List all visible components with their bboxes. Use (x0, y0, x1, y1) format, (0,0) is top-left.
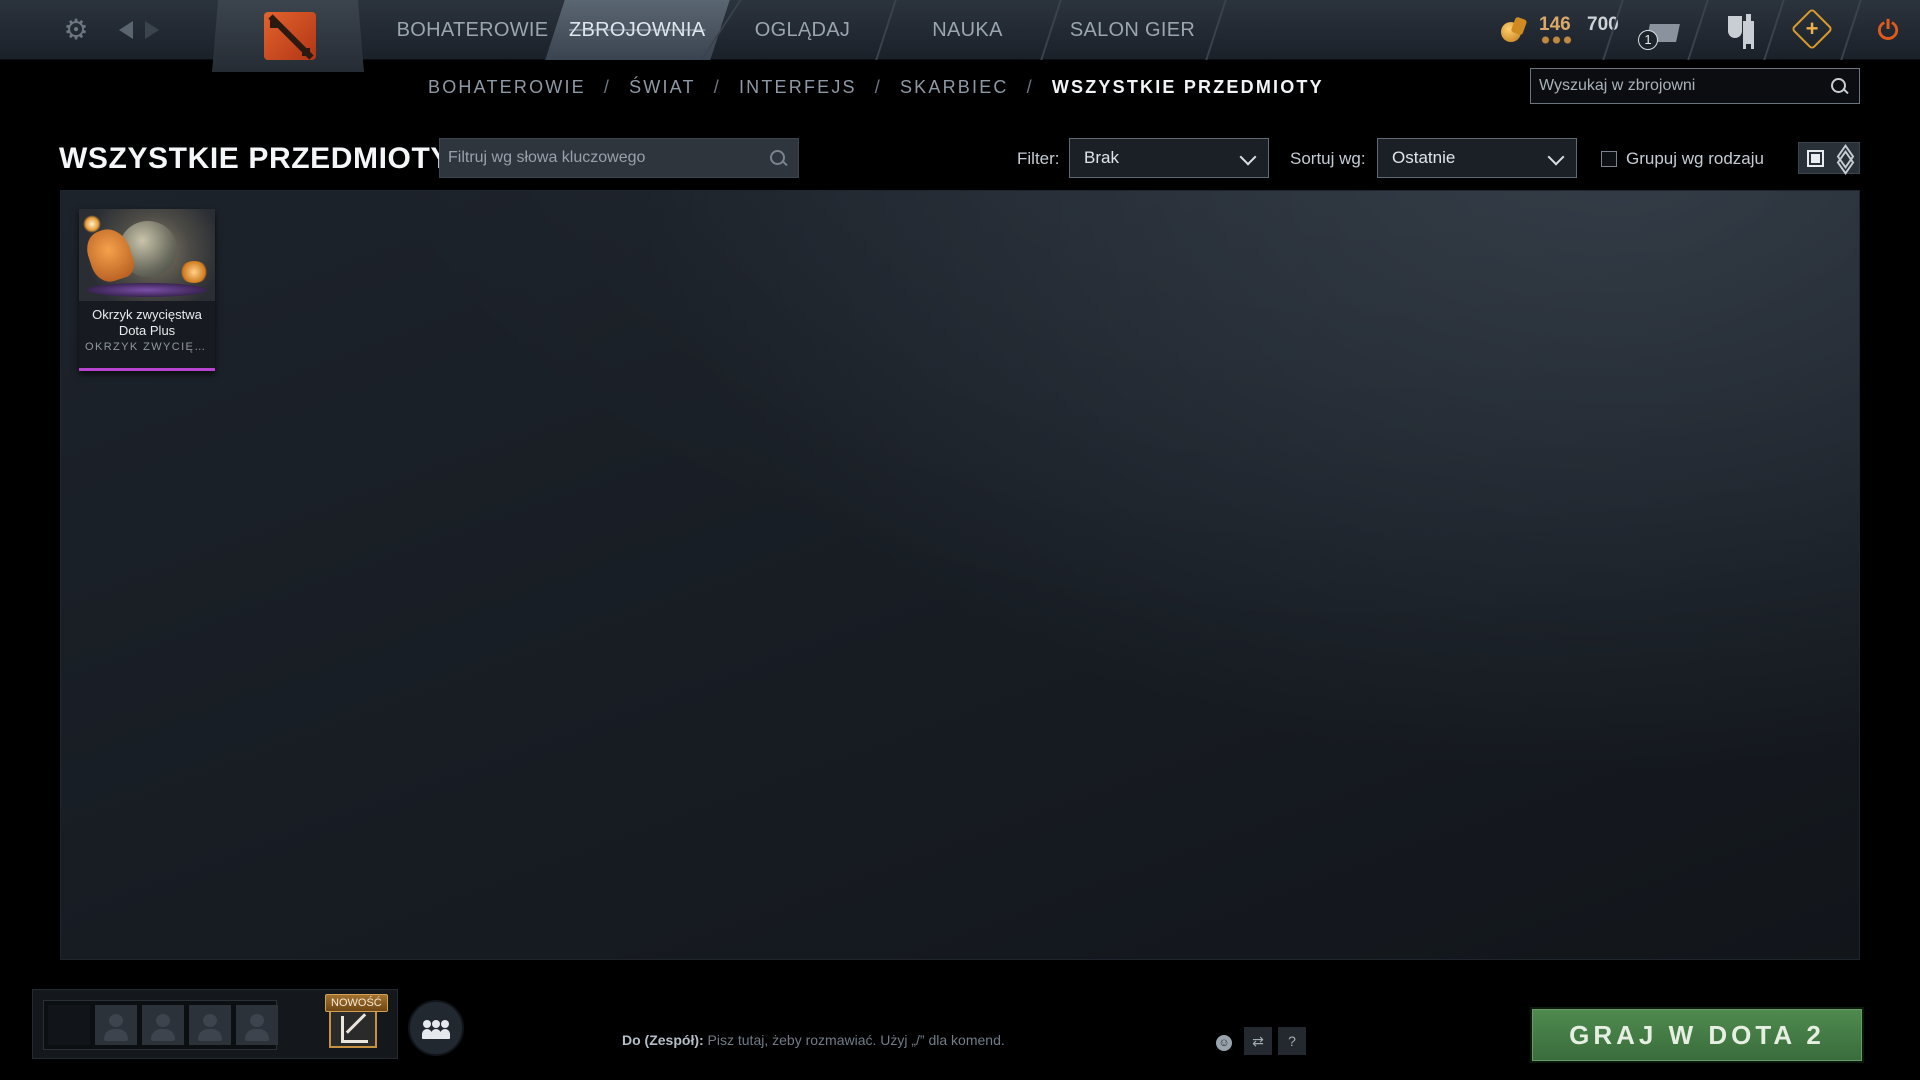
item-type: OKRZYK ZWYCIĘSTWA (85, 341, 209, 353)
mail-button[interactable]: 1 (1636, 14, 1684, 50)
party-slot-self[interactable] (48, 1005, 90, 1045)
breadcrumb: BOHATEROWIE / ŚWIAT / INTERFEJS / SKARBI… (428, 74, 1324, 100)
divider (1687, 0, 1709, 60)
avatar-placeholder-body (198, 1029, 222, 1041)
back-arrow-icon[interactable] (115, 14, 137, 46)
search-icon[interactable] (1831, 78, 1849, 96)
armory-search-input[interactable] (1531, 69, 1821, 103)
crumb-heroes[interactable]: BOHATEROWIE (428, 77, 586, 98)
search-icon (770, 150, 788, 168)
chat-channel-label: Do (Zespół): (622, 1032, 704, 1048)
friends-button[interactable] (408, 1000, 464, 1056)
chat-placeholder: Pisz tutaj, żeby rozmawiać. Użyj „/” dla… (707, 1032, 1005, 1048)
armory-icon[interactable] (1724, 12, 1760, 48)
sort-select-value: Ostatnie (1392, 148, 1456, 167)
tab-watch-label: OGLĄDAJ (754, 19, 851, 41)
stacked-view-icon[interactable] (1835, 149, 1853, 169)
avatar-placeholder-body (151, 1029, 175, 1041)
mail-badge: 1 (1638, 30, 1658, 50)
party-slot[interactable] (142, 1005, 184, 1045)
party-slot[interactable] (95, 1005, 137, 1045)
emoji-icon[interactable]: ☺ (1210, 1027, 1238, 1055)
keyword-filter (439, 138, 799, 178)
forward-arrow-icon[interactable] (141, 14, 163, 46)
shard-count: 146 (1539, 14, 1571, 35)
friends-icon-part (432, 1020, 440, 1028)
chevron-down-icon (1239, 148, 1257, 166)
keyword-filter-input[interactable] (440, 139, 760, 177)
power-icon[interactable]: ⏻ (1872, 14, 1904, 46)
tab-learn[interactable]: NAUKA (885, 0, 1050, 60)
item-name: Okrzyk zwycięstwa Dota Plus (92, 307, 202, 338)
tab-armory[interactable]: ZBROJOWNIA (545, 0, 730, 60)
shard-dots (1540, 36, 1574, 44)
gear-icon[interactable]: ⚙ (60, 14, 92, 46)
crumb-interface[interactable]: INTERFEJS (739, 77, 857, 98)
tab-arcade[interactable]: SALON GIER (1050, 0, 1215, 60)
avatar-placeholder-icon (203, 1014, 217, 1027)
play-dota-button[interactable]: GRAJ W DOTA 2 (1532, 1009, 1862, 1061)
party-slot[interactable] (236, 1005, 278, 1045)
new-feature-icon (329, 1008, 377, 1048)
chevron-down-icon (1547, 148, 1565, 166)
friends-icon (423, 1020, 431, 1028)
divider (1763, 0, 1785, 60)
friends-icon-part (441, 1020, 449, 1028)
crumb-separator: / (713, 76, 721, 97)
coin-icon (1497, 16, 1529, 44)
crumb-treasury[interactable]: SKARBIEC (900, 77, 1009, 98)
armory-search (1530, 68, 1860, 104)
divider (1840, 0, 1862, 60)
item-art-base (87, 283, 207, 297)
main-nav: BOHATEROWIE ZBROJOWNIA OGLĄDAJ NAUKA SAL… (390, 0, 1215, 60)
crumb-separator: / (603, 76, 612, 97)
tab-heroes-label: BOHATEROWIE (396, 19, 549, 41)
dota-logo (264, 12, 316, 60)
new-badge: NOWOŚĆ (325, 994, 388, 1012)
tab-learn-label: NAUKA (932, 19, 1003, 41)
crumb-world[interactable]: ŚWIAT (629, 77, 696, 98)
item-image (79, 209, 215, 301)
tab-heroes[interactable]: BOHATEROWIE (390, 0, 555, 60)
crumb-separator: / (874, 76, 882, 97)
help-icon[interactable]: ? (1278, 1027, 1306, 1055)
new-feature-button[interactable]: NOWOŚĆ (325, 994, 388, 1054)
item-card[interactable]: Okrzyk zwycięstwa Dota Plus OKRZYK ZWYCI… (79, 209, 215, 371)
filter-label: Filter: (1017, 149, 1060, 168)
crumb-separator: / (1026, 76, 1034, 97)
item-art-glow (179, 261, 209, 283)
filter-select[interactable]: Brak (1069, 138, 1269, 178)
history-navigation (115, 14, 165, 46)
friends-icon-part (440, 1029, 450, 1039)
dota-plus-icon[interactable]: + (1790, 7, 1834, 51)
page-title: WSZYSTKIE PRZEDMIOTY (59, 142, 452, 175)
chat-tools: ☺ ⇄ ? (1210, 1027, 1306, 1055)
home-tab[interactable] (212, 0, 364, 72)
chat-input[interactable]: Do (Zespół): Pisz tutaj, żeby rozmawiać.… (622, 1032, 1005, 1048)
crumb-all-items[interactable]: WSZYSTKIE PRZEDMIOTY (1052, 77, 1324, 98)
item-art-spark (83, 215, 101, 233)
tab-arcade-label: SALON GIER (1069, 19, 1196, 41)
grid-view-icon[interactable] (1807, 150, 1824, 167)
tab-armory-label: ZBROJOWNIA (569, 19, 706, 41)
sort-select[interactable]: Ostatnie (1377, 138, 1577, 178)
group-by-type-checkbox[interactable] (1601, 151, 1617, 167)
sort-label: Sortuj wg: (1290, 149, 1366, 168)
avatar-placeholder-body (245, 1029, 269, 1041)
tab-watch[interactable]: OGLĄDAJ (720, 0, 885, 60)
party-slots (43, 1000, 278, 1050)
group-by-type-label[interactable]: Grupuj wg rodzaju (1626, 149, 1764, 169)
avatar-placeholder-icon (156, 1014, 170, 1027)
view-mode-toggle (1798, 142, 1860, 174)
avatar-placeholder-body (104, 1029, 128, 1041)
items-grid: Okrzyk zwycięstwa Dota Plus OKRZYK ZWYCI… (60, 190, 1860, 960)
filter-select-value: Brak (1084, 148, 1119, 167)
chat-wheel-icon[interactable]: ⇄ (1244, 1027, 1272, 1055)
avatar-placeholder-icon (109, 1014, 123, 1027)
avatar-placeholder-icon (250, 1014, 264, 1027)
top-navigation-bar: ⚙ BOHATEROWIE ZBROJOWNIA OGLĄDAJ NAUKA S… (0, 0, 1920, 72)
item-rarity-bar (79, 368, 215, 371)
party-slot[interactable] (189, 1005, 231, 1045)
party-panel: NOWOŚĆ (32, 989, 398, 1059)
